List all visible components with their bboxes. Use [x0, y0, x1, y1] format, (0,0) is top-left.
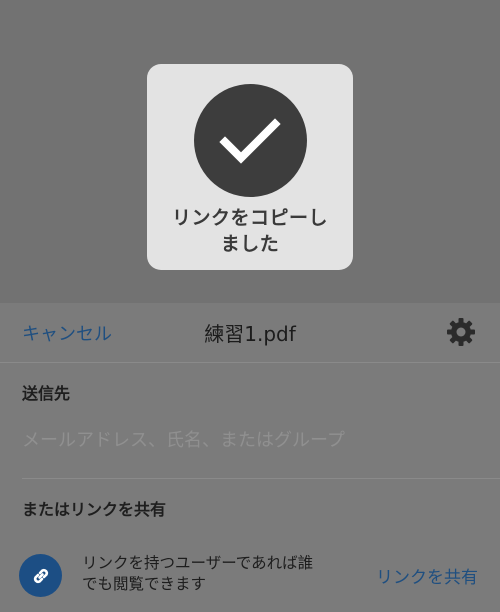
share-link-button[interactable]: リンクを共有 [376, 563, 478, 588]
recipients-label: 送信先 [22, 384, 71, 403]
link-copied-toast: リンクをコピーし ました [147, 64, 353, 270]
checkmark-icon [219, 117, 281, 164]
toast-message-line1: リンクをコピーし [171, 207, 328, 229]
link-description-line2: でも閲覧できます [82, 575, 207, 593]
toast-message-line2: ました [220, 233, 280, 255]
link-description-line1: リンクを持つユーザーであれば誰 [82, 554, 314, 572]
sheet-header: キャンセル 練習1.pdf [0, 303, 500, 363]
share-link-row: リンクを持つユーザーであれば誰 でも閲覧できます リンクを共有 [0, 549, 500, 609]
share-link-section-label: またはリンクを共有 [22, 500, 167, 519]
link-icon-circle [19, 554, 62, 597]
toast-message: リンクをコピーし ました [160, 205, 340, 257]
share-sheet: キャンセル 練習1.pdf 送信先 またはリンクを共有 [0, 303, 500, 612]
link-access-description: リンクを持つユーザーであれば誰 でも閲覧できます [82, 553, 350, 595]
link-icon [33, 568, 48, 583]
divider [22, 478, 500, 479]
check-circle [193, 84, 307, 197]
recipient-input[interactable] [22, 430, 422, 451]
gear-icon[interactable] [446, 317, 476, 347]
file-title: 練習1.pdf [204, 322, 296, 346]
